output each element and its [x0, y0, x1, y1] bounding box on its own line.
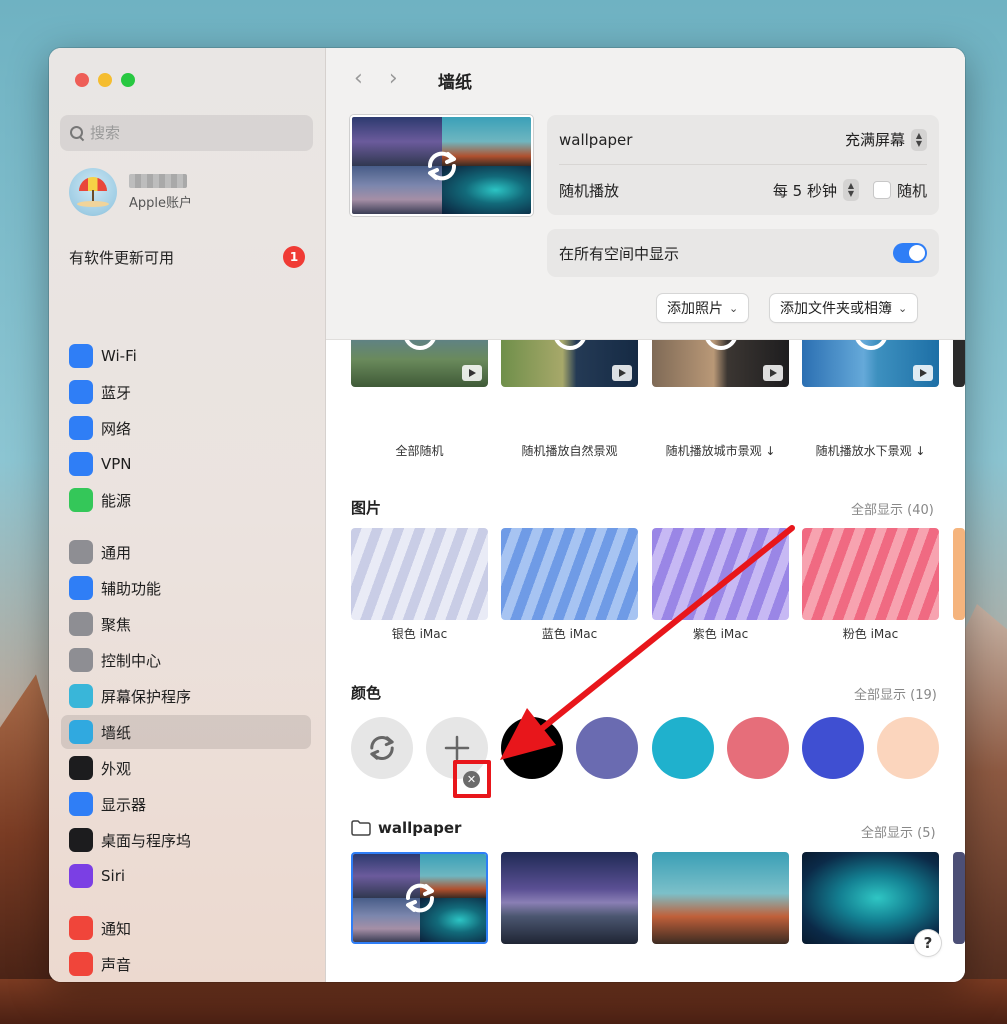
annotation-arrow: [500, 525, 795, 760]
